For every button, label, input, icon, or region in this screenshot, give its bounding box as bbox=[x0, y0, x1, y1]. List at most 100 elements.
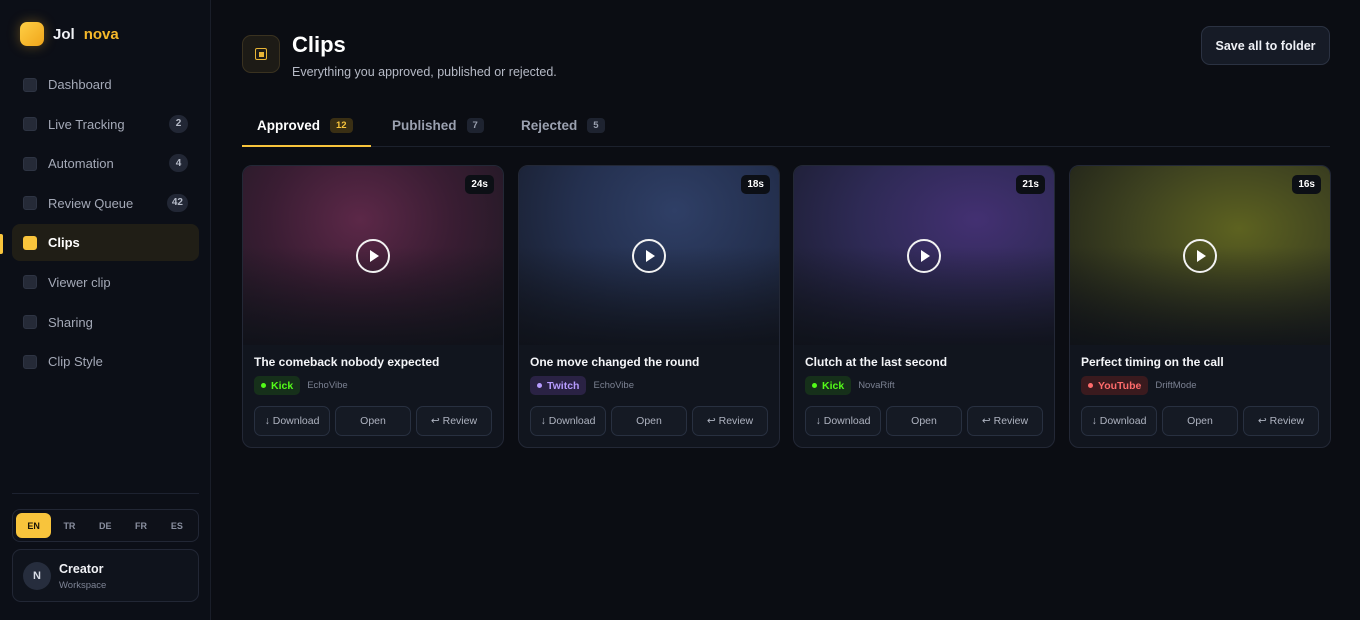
sidebar-item-dashboard[interactable]: Dashboard bbox=[12, 66, 199, 103]
duration-badge: 24s bbox=[465, 175, 494, 194]
language-en-button[interactable]: EN bbox=[16, 513, 52, 538]
play-icon[interactable] bbox=[632, 239, 666, 273]
clip-thumbnail[interactable]: 21s bbox=[794, 166, 1054, 345]
duration-badge: 18s bbox=[741, 175, 770, 194]
platform-label: Kick bbox=[271, 379, 294, 392]
tab-label: Rejected bbox=[521, 118, 578, 133]
download-button[interactable]: ↓ Download bbox=[805, 406, 881, 436]
language-tr-button[interactable]: TR bbox=[52, 513, 87, 538]
clip-title: The comeback nobody expected bbox=[254, 355, 440, 369]
clip-title: One move changed the round bbox=[530, 355, 700, 369]
sidebar-item-label: Live Tracking bbox=[48, 116, 125, 132]
clip-thumbnail[interactable]: 16s bbox=[1070, 166, 1330, 345]
duration-badge: 16s bbox=[1292, 175, 1321, 194]
tab-rejected[interactable]: Rejected 5 bbox=[521, 104, 605, 147]
sidebar-item-clips[interactable]: Clips bbox=[12, 224, 199, 262]
duration-badge: 21s bbox=[1016, 175, 1045, 194]
channel-name: DriftMode bbox=[1155, 380, 1197, 391]
clip-thumbnail[interactable]: 24s bbox=[243, 166, 503, 345]
platform-label: YouTube bbox=[1098, 379, 1142, 392]
clip-card: 18s One move changed the round Twitch Ec… bbox=[518, 165, 780, 448]
play-icon[interactable] bbox=[907, 239, 941, 273]
brand[interactable]: Jol nova bbox=[20, 22, 119, 46]
download-button[interactable]: ↓ Download bbox=[254, 406, 330, 436]
status-dot-icon bbox=[812, 383, 817, 388]
active-indicator bbox=[0, 234, 3, 254]
review-button[interactable]: ↩ Review bbox=[416, 406, 492, 436]
viewer-clip-icon bbox=[23, 275, 37, 290]
sidebar-item-sharing[interactable]: Sharing bbox=[12, 304, 199, 341]
language-es-button[interactable]: ES bbox=[159, 513, 194, 538]
sidebar-item-clip-style[interactable]: Clip Style bbox=[12, 343, 199, 380]
sidebar-item-viewer-clip[interactable]: Viewer clip bbox=[12, 264, 199, 301]
channel-name: EchoVibe bbox=[307, 380, 348, 391]
sidebar-item-automation[interactable]: Automation 4 bbox=[12, 145, 199, 182]
sidebar-item-label: Dashboard bbox=[48, 77, 112, 92]
tabs: Approved 12 Published 7 Rejected 5 bbox=[242, 104, 1330, 147]
status-dot-icon bbox=[537, 383, 542, 388]
count-badge: 2 bbox=[169, 114, 188, 133]
platform-badge: YouTube bbox=[1081, 376, 1149, 395]
tab-label: Published bbox=[392, 118, 457, 133]
brand-name: Jol bbox=[53, 25, 75, 43]
live-tracking-icon bbox=[23, 117, 37, 132]
download-button[interactable]: ↓ Download bbox=[1081, 406, 1157, 436]
language-de-button[interactable]: DE bbox=[88, 513, 123, 538]
platform-badge: Kick bbox=[805, 376, 852, 395]
open-button[interactable]: Open bbox=[886, 406, 962, 436]
profile-name: Creator bbox=[59, 562, 104, 576]
platform-badge: Twitch bbox=[530, 376, 587, 395]
play-icon[interactable] bbox=[1183, 239, 1217, 273]
brand-accent: nova bbox=[83, 25, 119, 43]
tab-count: 5 bbox=[587, 118, 605, 133]
review-button[interactable]: ↩ Review bbox=[1243, 406, 1319, 436]
sidebar-item-label: Review Queue bbox=[48, 195, 134, 211]
sidebar-item-review-queue[interactable]: Review Queue 42 bbox=[12, 185, 199, 222]
count-badge: 4 bbox=[169, 154, 188, 173]
sidebar: Jol nova Dashboard Live Tracking 2 Autom… bbox=[0, 0, 211, 620]
open-button[interactable]: Open bbox=[611, 406, 687, 436]
sidebar-item-live-tracking[interactable]: Live Tracking 2 bbox=[12, 106, 199, 143]
platform-badge: Kick bbox=[254, 376, 301, 395]
review-queue-icon bbox=[23, 196, 37, 211]
channel-name: NovaRift bbox=[858, 380, 895, 391]
language-fr-button[interactable]: FR bbox=[123, 513, 158, 538]
language-switcher: EN TR DE FR ES bbox=[12, 509, 199, 542]
tab-label: Approved bbox=[257, 118, 321, 133]
clip-card: 21s Clutch at the last second Kick NovaR… bbox=[793, 165, 1055, 448]
dashboard-icon bbox=[23, 77, 37, 92]
clips-icon bbox=[242, 35, 280, 73]
profile-card[interactable]: N Creator Workspace bbox=[12, 549, 199, 602]
tab-approved[interactable]: Approved 12 bbox=[257, 104, 353, 147]
avatar: N bbox=[23, 562, 51, 590]
page-subtitle: Everything you approved, published or re… bbox=[292, 65, 557, 79]
download-button[interactable]: ↓ Download bbox=[530, 406, 606, 436]
clip-card: 24s The comeback nobody expected Kick Ec… bbox=[242, 165, 504, 448]
open-button[interactable]: Open bbox=[1162, 406, 1238, 436]
clip-title: Clutch at the last second bbox=[805, 355, 948, 369]
clip-card: 16s Perfect timing on the call YouTube D… bbox=[1069, 165, 1331, 448]
clip-title: Perfect timing on the call bbox=[1081, 355, 1224, 369]
count-badge: 42 bbox=[166, 193, 188, 212]
page-title: Clips bbox=[292, 32, 346, 57]
sidebar-item-label: Sharing bbox=[48, 314, 93, 330]
sidebar-item-label: Viewer clip bbox=[48, 274, 111, 290]
open-button[interactable]: Open bbox=[335, 406, 411, 436]
divider bbox=[12, 493, 199, 494]
channel-name: EchoVibe bbox=[593, 380, 634, 391]
save-all-button[interactable]: Save all to folder bbox=[1201, 26, 1330, 65]
automation-icon bbox=[23, 156, 37, 171]
sidebar-item-label: Automation bbox=[48, 156, 114, 172]
play-icon[interactable] bbox=[356, 239, 390, 273]
clip-thumbnail[interactable]: 18s bbox=[519, 166, 779, 345]
sidebar-item-label: Clips bbox=[48, 235, 80, 251]
tab-published[interactable]: Published 7 bbox=[392, 104, 484, 147]
logo-icon bbox=[20, 22, 44, 46]
status-dot-icon bbox=[1088, 383, 1093, 388]
tab-count: 7 bbox=[466, 118, 484, 133]
review-button[interactable]: ↩ Review bbox=[692, 406, 768, 436]
tab-count: 12 bbox=[330, 118, 353, 133]
tab-underline bbox=[242, 145, 371, 147]
review-button[interactable]: ↩ Review bbox=[967, 406, 1043, 436]
sidebar-item-label: Clip Style bbox=[48, 354, 103, 370]
